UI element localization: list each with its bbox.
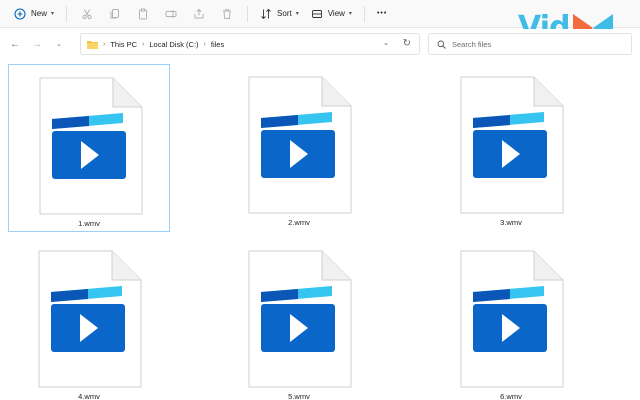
chevron-right-icon: › <box>103 40 106 48</box>
video-file-icon <box>460 250 564 388</box>
video-file-icon <box>248 250 352 388</box>
refresh-icon[interactable]: ↻ <box>403 38 411 49</box>
file-item[interactable]: 1.wmv <box>8 64 170 232</box>
video-file-icon <box>248 76 352 214</box>
copy-button[interactable] <box>101 8 129 20</box>
arrow-right-icon: → <box>32 38 42 50</box>
file-item[interactable]: 6.wmv <box>430 238 592 400</box>
folder-icon <box>87 40 98 49</box>
chevron-right-icon: › <box>203 40 206 48</box>
file-name: 2.wmv <box>288 218 310 227</box>
breadcrumb-this-pc[interactable]: This PC <box>110 40 137 49</box>
share-icon <box>193 8 205 20</box>
chevron-down-icon: ▾ <box>348 11 352 17</box>
search-input[interactable] <box>452 39 612 49</box>
trash-icon <box>221 8 233 20</box>
more-options-label: ••• <box>376 10 388 17</box>
search-icon <box>437 40 446 49</box>
file-name: 4.wmv <box>78 392 100 400</box>
file-item[interactable]: 2.wmv <box>218 64 380 232</box>
navigation-bar: ← → ⌄ ↑ › This PC › Local Disk (C:) › fi… <box>0 29 640 59</box>
view-icon <box>311 8 323 20</box>
sort-icon <box>260 8 272 20</box>
toolbar-divider <box>247 5 249 22</box>
delete-button[interactable] <box>213 8 241 20</box>
paste-button[interactable] <box>129 8 157 20</box>
address-bar[interactable]: › This PC › Local Disk (C:) › files ⌄ ↻ <box>80 33 420 55</box>
arrow-left-icon: ← <box>10 38 20 50</box>
chevron-down-icon: ⌄ <box>56 41 62 48</box>
rename-icon <box>165 8 177 20</box>
back-button[interactable]: ← <box>4 33 26 55</box>
sort-button[interactable]: Sort ▾ <box>254 3 305 25</box>
view-button[interactable]: View ▾ <box>305 3 358 25</box>
video-file-icon <box>39 77 143 215</box>
address-dropdown-icon[interactable]: ⌄ <box>383 39 389 47</box>
copy-icon <box>109 8 121 20</box>
file-name: 5.wmv <box>288 392 310 400</box>
chevron-down-icon: ▾ <box>295 11 299 17</box>
file-name: 3.wmv <box>500 218 522 227</box>
cut-button[interactable] <box>73 8 101 20</box>
recent-locations-button[interactable]: ⌄ <box>48 33 70 55</box>
video-file-icon <box>460 76 564 214</box>
new-button[interactable]: New ▾ <box>8 3 60 25</box>
file-item[interactable]: 4.wmv <box>8 238 170 400</box>
file-grid: 1.wmv 2.wmv 3.wmv 4.wmv 5.wmv 6.wmv <box>0 60 640 400</box>
share-button[interactable] <box>185 8 213 20</box>
file-item[interactable]: 5.wmv <box>218 238 380 400</box>
scissors-icon <box>81 8 93 20</box>
breadcrumb-local-disk[interactable]: Local Disk (C:) <box>149 40 198 49</box>
new-button-label: New <box>31 9 48 18</box>
file-name: 6.wmv <box>500 392 522 400</box>
forward-button[interactable]: → <box>26 33 48 55</box>
breadcrumb-files[interactable]: files <box>211 40 224 49</box>
toolbar-divider <box>66 5 68 22</box>
plus-circle-icon <box>14 7 26 20</box>
chevron-right-icon: › <box>142 40 145 48</box>
toolbar-divider <box>363 5 365 22</box>
rename-button[interactable] <box>157 8 185 20</box>
video-file-icon <box>38 250 142 388</box>
sort-button-label: Sort <box>277 9 292 18</box>
search-box[interactable] <box>428 33 632 55</box>
view-button-label: View <box>327 9 345 18</box>
file-item[interactable]: 3.wmv <box>430 64 592 232</box>
clipboard-icon <box>137 8 149 20</box>
more-options-button[interactable]: ••• <box>371 3 393 25</box>
file-name: 1.wmv <box>78 219 100 228</box>
chevron-down-icon: ▾ <box>51 11 55 17</box>
